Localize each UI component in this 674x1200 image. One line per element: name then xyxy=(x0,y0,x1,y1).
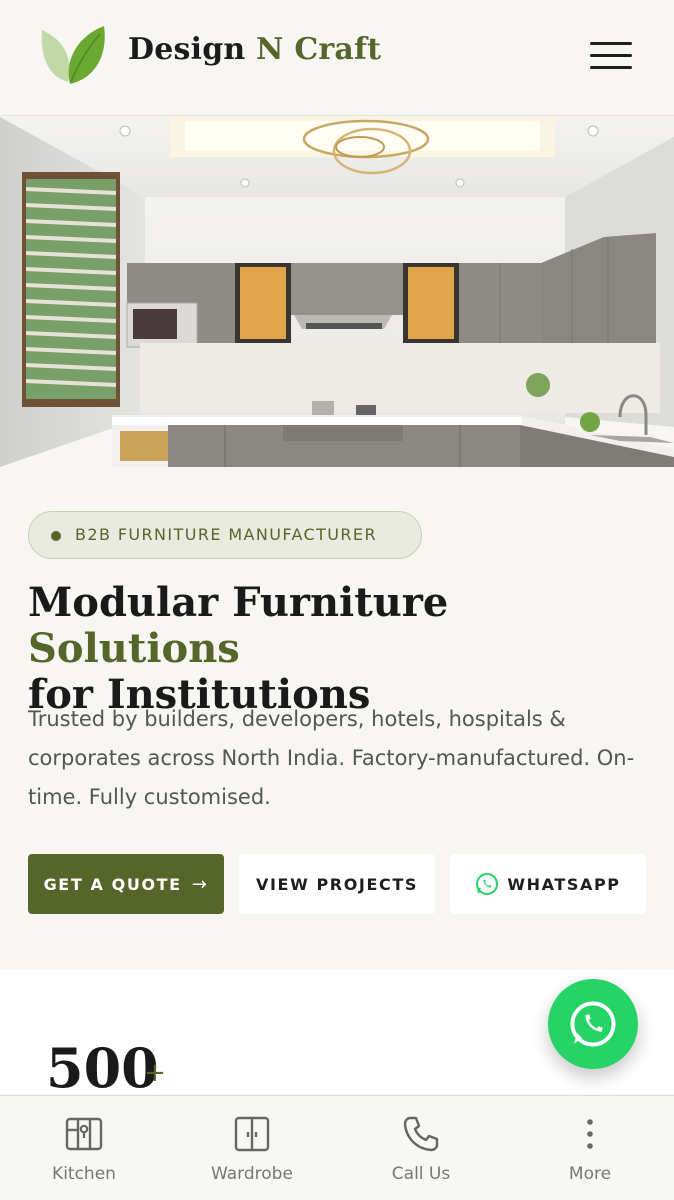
nav-label: Kitchen xyxy=(52,1164,116,1184)
category-badge: B2B FURNITURE MANUFACTURER xyxy=(28,511,422,559)
nav-item-more[interactable]: More xyxy=(506,1096,674,1200)
kitchen-cabinet-icon xyxy=(65,1117,103,1151)
brand-name[interactable]: Design N Craft xyxy=(128,32,381,67)
kitchen-photo xyxy=(0,117,674,467)
whatsapp-icon xyxy=(476,873,499,895)
menu-bar xyxy=(590,66,632,69)
get-quote-button[interactable]: GET A QUOTE → xyxy=(28,854,224,914)
brand-name-part1: Design xyxy=(128,32,246,67)
nav-item-wardrobe[interactable]: Wardrobe xyxy=(168,1096,336,1200)
whatsapp-button[interactable]: WHATSAPP xyxy=(450,854,646,914)
stat-number: 500 xyxy=(46,1036,159,1100)
phone-icon xyxy=(403,1116,439,1152)
view-projects-label: VIEW PROJECTS xyxy=(256,874,418,894)
more-vertical-icon xyxy=(587,1119,593,1149)
badge-dot xyxy=(51,531,61,541)
stat-suffix: + xyxy=(144,1058,166,1088)
nav-label: Call Us xyxy=(391,1164,451,1184)
leaf-logo-icon[interactable] xyxy=(38,24,108,88)
view-projects-button[interactable]: VIEW PROJECTS xyxy=(239,854,435,914)
get-quote-label: GET A QUOTE xyxy=(43,874,182,894)
site-header: Design N Craft xyxy=(0,0,674,116)
menu-bar xyxy=(590,54,632,57)
badge-label: B2B FURNITURE MANUFACTURER xyxy=(75,525,377,544)
nav-item-kitchen[interactable]: Kitchen xyxy=(0,1096,168,1200)
nav-label: Wardrobe xyxy=(211,1164,293,1184)
hero-image xyxy=(0,117,674,467)
wardrobe-icon xyxy=(234,1116,270,1152)
arrow-right-icon: → xyxy=(191,873,209,895)
bottom-navigation: Kitchen Wardrobe Call Us More xyxy=(0,1095,674,1200)
nav-item-call-us[interactable]: Call Us xyxy=(337,1096,505,1200)
whatsapp-label: WHATSAPP xyxy=(507,874,621,894)
title-accent: Solutions xyxy=(28,625,240,672)
page-title: Modular Furniture Solutions for Institut… xyxy=(28,580,658,718)
hamburger-menu-button[interactable] xyxy=(586,38,634,74)
intro-paragraph: Trusted by builders, developers, hotels,… xyxy=(28,707,635,809)
title-part1: Modular Furniture xyxy=(28,579,449,626)
menu-bar xyxy=(590,42,632,45)
whatsapp-icon xyxy=(570,1001,616,1047)
brand-name-part2: N Craft xyxy=(256,32,382,67)
nav-label: More xyxy=(568,1164,612,1184)
whatsapp-floating-button[interactable] xyxy=(548,979,638,1069)
